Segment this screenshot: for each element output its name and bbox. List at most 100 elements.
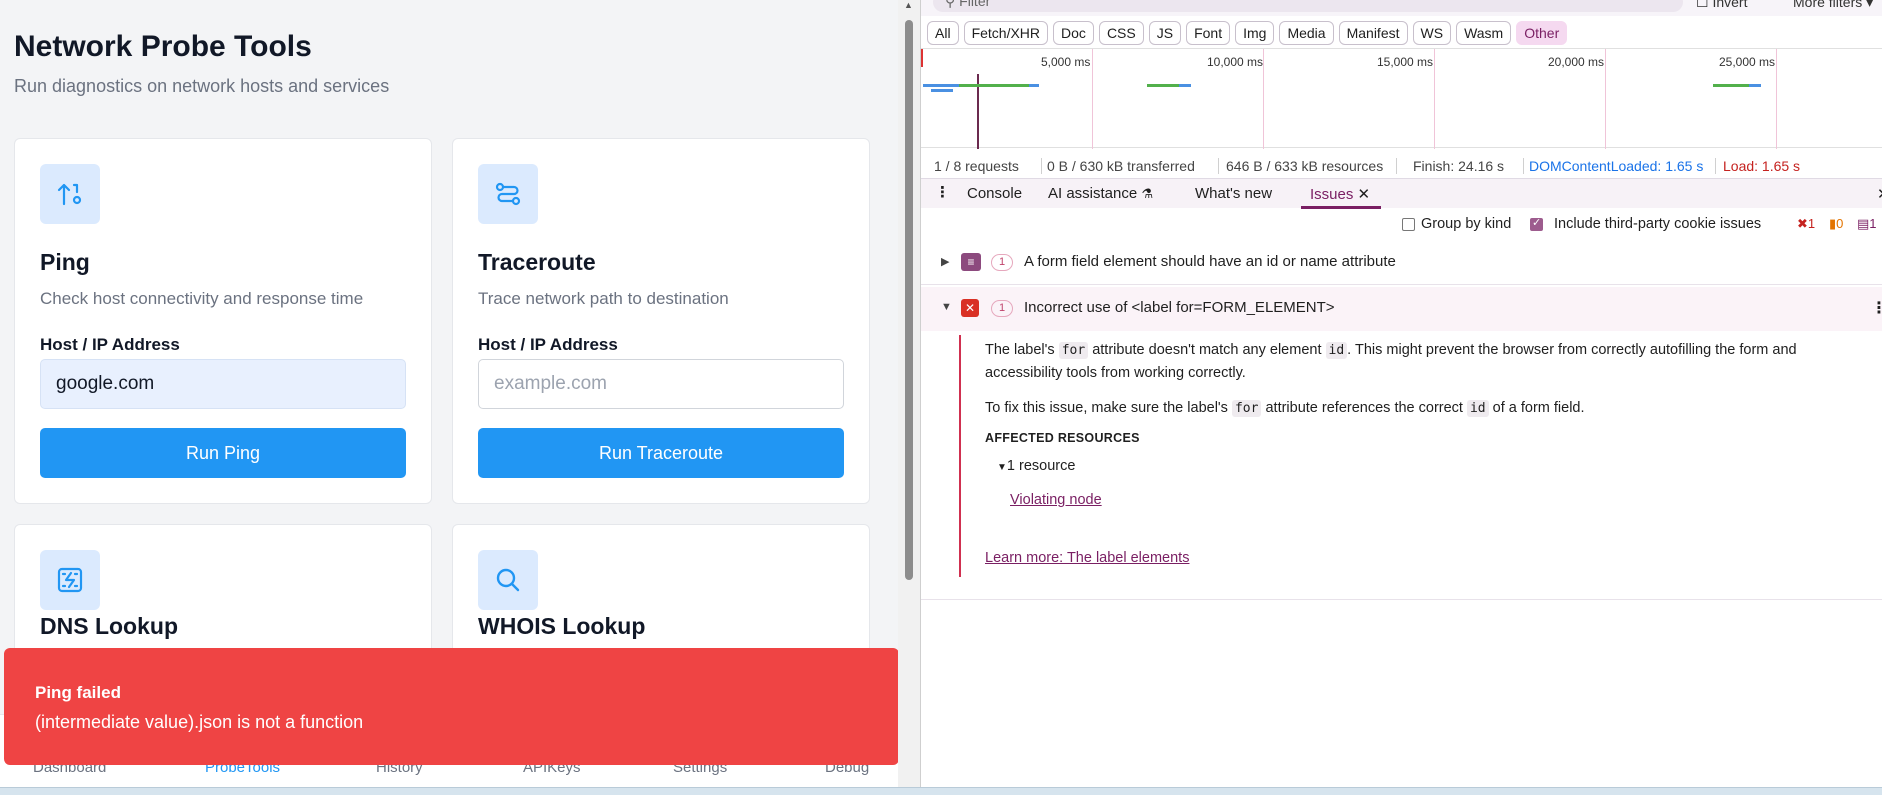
traceroute-description: Trace network path to destination <box>478 289 729 308</box>
filter-chip-doc[interactable]: Doc <box>1053 21 1094 45</box>
whois-lookup-title: WHOIS Lookup <box>478 613 646 639</box>
traceroute-host-input[interactable] <box>478 359 844 409</box>
invert-checkbox[interactable]: ☐ Invert <box>1696 0 1747 11</box>
error-count: 1 <box>1807 216 1816 231</box>
scroll-up-icon[interactable]: ▲ <box>904 0 913 10</box>
group-by-kind-label: Group by kind <box>1421 216 1512 232</box>
network-filter-row: ⚲ Filter ☐ Invert More filters ▾ <box>921 0 1882 16</box>
filter-chip-all[interactable]: All <box>927 21 959 45</box>
warning-count: 0 <box>1836 216 1844 231</box>
tab-issues-label: Issues <box>1310 186 1354 203</box>
timeline-tick-label: 25,000 ms <box>1719 55 1776 69</box>
inline-code: id <box>1466 400 1489 417</box>
ping-host-input[interactable] <box>40 359 406 409</box>
ping-host-label: Host / IP Address <box>40 335 180 354</box>
filter-chip-manifest[interactable]: Manifest <box>1338 21 1408 45</box>
filter-chip-ws[interactable]: WS <box>1412 21 1452 45</box>
error-toast[interactable]: Ping failed (intermediate value).json is… <box>4 648 899 765</box>
devtools-panel: ⚲ Filter ☐ Invert More filters ▾ All Fet… <box>920 0 1882 795</box>
waterfall-bar <box>931 89 953 92</box>
summary-divider <box>1218 158 1219 174</box>
issue-description-text: The label's <box>985 342 1059 358</box>
learn-more-link[interactable]: Learn more: The label elements <box>985 547 1189 570</box>
summary-divider <box>1041 158 1042 174</box>
summary-load: Load: 1.65 s <box>1723 158 1801 174</box>
resource-toggle[interactable]: ▼1 resource <box>997 455 1075 479</box>
chevron-down-icon: ▼ <box>997 462 1007 473</box>
page-subtitle: Run diagnostics on network hosts and ser… <box>14 76 390 96</box>
timeline-tick-label: 5,000 ms <box>1041 55 1091 69</box>
ping-description: Check host connectivity and response tim… <box>40 289 364 308</box>
more-filters-button[interactable]: More filters ▾ <box>1793 0 1873 11</box>
toast-message: (intermediate value).json is not a funct… <box>35 712 364 732</box>
tab-issues[interactable]: Issues ✕ <box>1310 185 1370 203</box>
run-ping-button[interactable]: Run Ping <box>40 428 406 478</box>
drawer-menu-icon[interactable]: ⋮ <box>935 183 950 201</box>
toast-title: Ping failed <box>35 683 121 702</box>
tab-ai-assistance[interactable]: AI assistance ⚗ <box>1048 185 1153 202</box>
filter-chip-other[interactable]: Other <box>1516 21 1568 45</box>
summary-divider <box>1715 158 1716 174</box>
issue-description-text: . This might prevent the browser from co… <box>1347 342 1797 358</box>
filter-icon: ⚲ <box>945 0 956 9</box>
scrollbar-thumb[interactable] <box>905 20 913 580</box>
timeline-gridline <box>1263 49 1264 149</box>
close-icon[interactable]: ✕ <box>1358 186 1371 203</box>
issue-detail: The label's for attribute doesn't match … <box>959 335 1882 577</box>
timeline-gridline <box>1605 49 1606 149</box>
filter-chip-css[interactable]: CSS <box>1098 21 1144 45</box>
resource-count: 1 resource <box>1006 458 1076 474</box>
chevron-right-icon[interactable]: ▶ <box>941 255 949 268</box>
tab-ai-assistance-label: AI assistance <box>1048 185 1138 202</box>
summary-requests: 1 / 8 requests <box>934 158 1019 174</box>
issue-menu-icon[interactable]: ⋮ <box>1871 298 1882 318</box>
info-count: 1 <box>1869 216 1877 231</box>
search-icon <box>478 550 538 610</box>
issue-title: Incorrect use of <label for=FORM_ELEMENT… <box>1024 299 1335 316</box>
network-filter-input[interactable]: ⚲ Filter <box>933 0 1683 12</box>
filter-chip-fetch-xhr[interactable]: Fetch/XHR <box>963 21 1049 45</box>
issue-row-form-field[interactable]: ▶ ≡ 1 A form field element should have a… <box>921 241 1882 285</box>
probe-tools-app: Network Probe Tools Run diagnostics on n… <box>0 0 905 795</box>
traceroute-card: Traceroute Trace network path to destina… <box>452 138 870 504</box>
run-traceroute-button[interactable]: Run Traceroute <box>478 428 844 478</box>
waterfall-bar <box>1179 84 1191 87</box>
group-by-kind-checkbox[interactable] <box>1402 218 1415 231</box>
network-overview-timeline[interactable]: 5,000 ms 10,000 ms 15,000 ms 20,000 ms 2… <box>921 48 1882 149</box>
route-icon <box>478 164 538 224</box>
ping-title: Ping <box>40 249 90 275</box>
issue-fix-hint: To fix this issue, make sure the label's… <box>985 397 1585 420</box>
waterfall-bar <box>959 84 1029 87</box>
tab-console[interactable]: Console <box>967 185 1022 202</box>
info-count-badge[interactable]: ▤1 <box>1857 216 1877 232</box>
tab-whats-new[interactable]: What's new <box>1195 185 1272 202</box>
filter-chip-font[interactable]: Font <box>1186 21 1231 45</box>
inline-code: for <box>1231 400 1262 417</box>
warning-count-badge[interactable]: ▮0 <box>1829 216 1843 232</box>
error-count-badge[interactable]: ✖1 <box>1797 216 1815 232</box>
issue-row-label-for[interactable]: ▼ ✕ 1 Incorrect use of <label for=FORM_E… <box>921 287 1882 331</box>
issue-title: A form field element should have an id o… <box>1024 253 1396 270</box>
summary-transferred: 0 B / 630 kB transferred <box>1047 158 1195 174</box>
dns-server-icon <box>40 550 100 610</box>
filter-chip-js[interactable]: JS <box>1148 21 1182 45</box>
include-third-party-checkbox[interactable] <box>1530 216 1543 231</box>
page-scrollbar[interactable]: ▲ <box>898 0 920 795</box>
waterfall-bar <box>923 84 959 87</box>
chevron-down-icon: ▾ <box>1866 0 1874 10</box>
info-message-icon: ≡ <box>961 253 981 271</box>
issue-description-text: attribute doesn't match any element <box>1088 342 1326 358</box>
include-third-party-label: Include third-party cookie issues <box>1554 216 1762 232</box>
chevron-down-icon[interactable]: ▼ <box>941 301 952 313</box>
summary-divider <box>1396 158 1397 174</box>
timeline-start-marker <box>921 49 923 67</box>
filter-chip-media[interactable]: Media <box>1279 21 1334 45</box>
active-tab-indicator <box>1301 206 1381 209</box>
close-drawer-icon[interactable]: ✕ <box>1877 185 1882 203</box>
filter-chip-wasm[interactable]: Wasm <box>1456 21 1512 45</box>
filter-chip-img[interactable]: Img <box>1235 21 1275 45</box>
ping-arrows-icon <box>40 164 100 224</box>
more-filters-label: More filters <box>1793 0 1863 10</box>
waterfall-bar <box>1713 84 1749 87</box>
violating-node-link[interactable]: Violating node <box>1010 489 1102 512</box>
